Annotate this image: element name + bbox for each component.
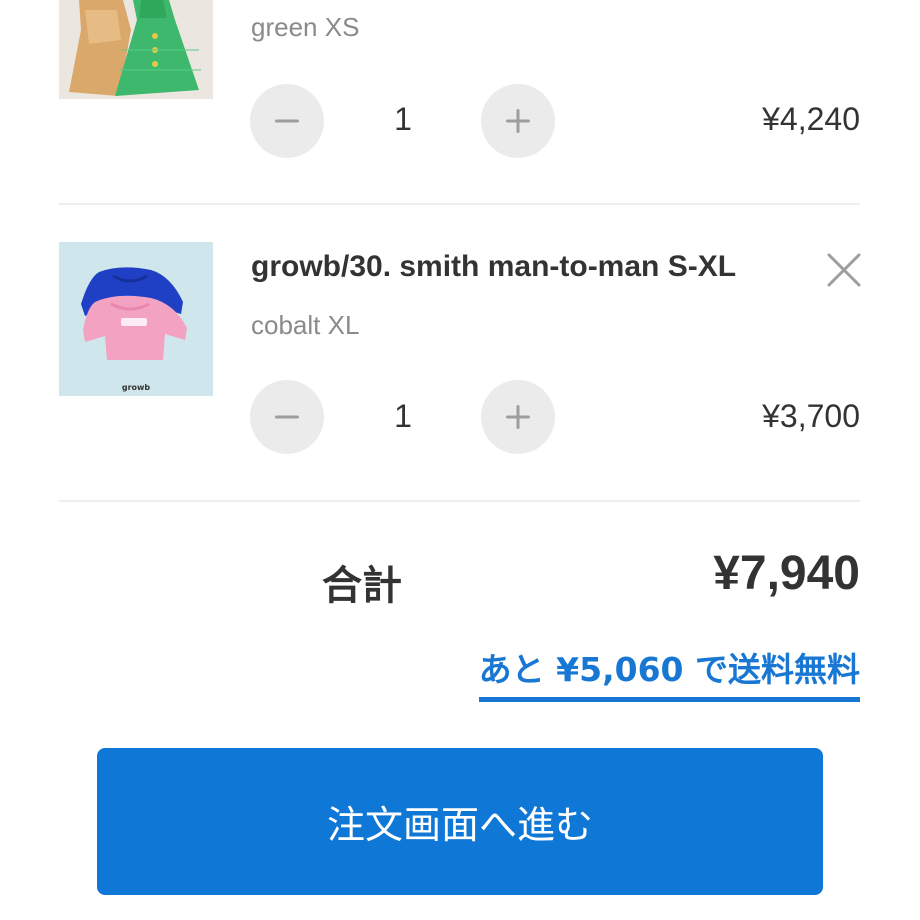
divider [59, 203, 860, 205]
plus-icon [506, 405, 530, 429]
divider [59, 500, 860, 502]
close-icon [827, 253, 861, 287]
item-variant: green XS [251, 12, 360, 42]
plus-icon [506, 109, 530, 133]
sweatshirt-photo-icon: growb [59, 242, 213, 396]
product-image[interactable] [59, 0, 213, 99]
item-price: ¥3,700 [762, 398, 860, 434]
increase-quantity-button[interactable] [481, 380, 555, 454]
minus-icon [275, 119, 299, 123]
remove-item-button[interactable] [825, 251, 863, 289]
brand-logo: growb [122, 383, 151, 392]
increase-quantity-button[interactable] [481, 84, 555, 158]
decrease-quantity-button[interactable] [250, 380, 324, 454]
item-price: ¥4,240 [762, 101, 860, 137]
decrease-quantity-button[interactable] [250, 84, 324, 158]
free-shipping-link[interactable]: あと ¥5,060 で送料無料 [478, 643, 860, 702]
product-image[interactable]: growb [59, 242, 213, 396]
total-value: ¥7,940 [713, 547, 860, 600]
item-title[interactable]: growb/30. smith man-to-man S-XL [251, 250, 736, 284]
dress-photo-icon [59, 0, 213, 99]
item-variant: cobalt XL [251, 310, 360, 340]
checkout-button[interactable]: 注文画面へ進む [97, 748, 823, 895]
total-label: 合計 [322, 563, 402, 609]
minus-icon [275, 415, 299, 419]
quantity-value: 1 [394, 398, 412, 434]
quantity-value: 1 [394, 101, 412, 137]
